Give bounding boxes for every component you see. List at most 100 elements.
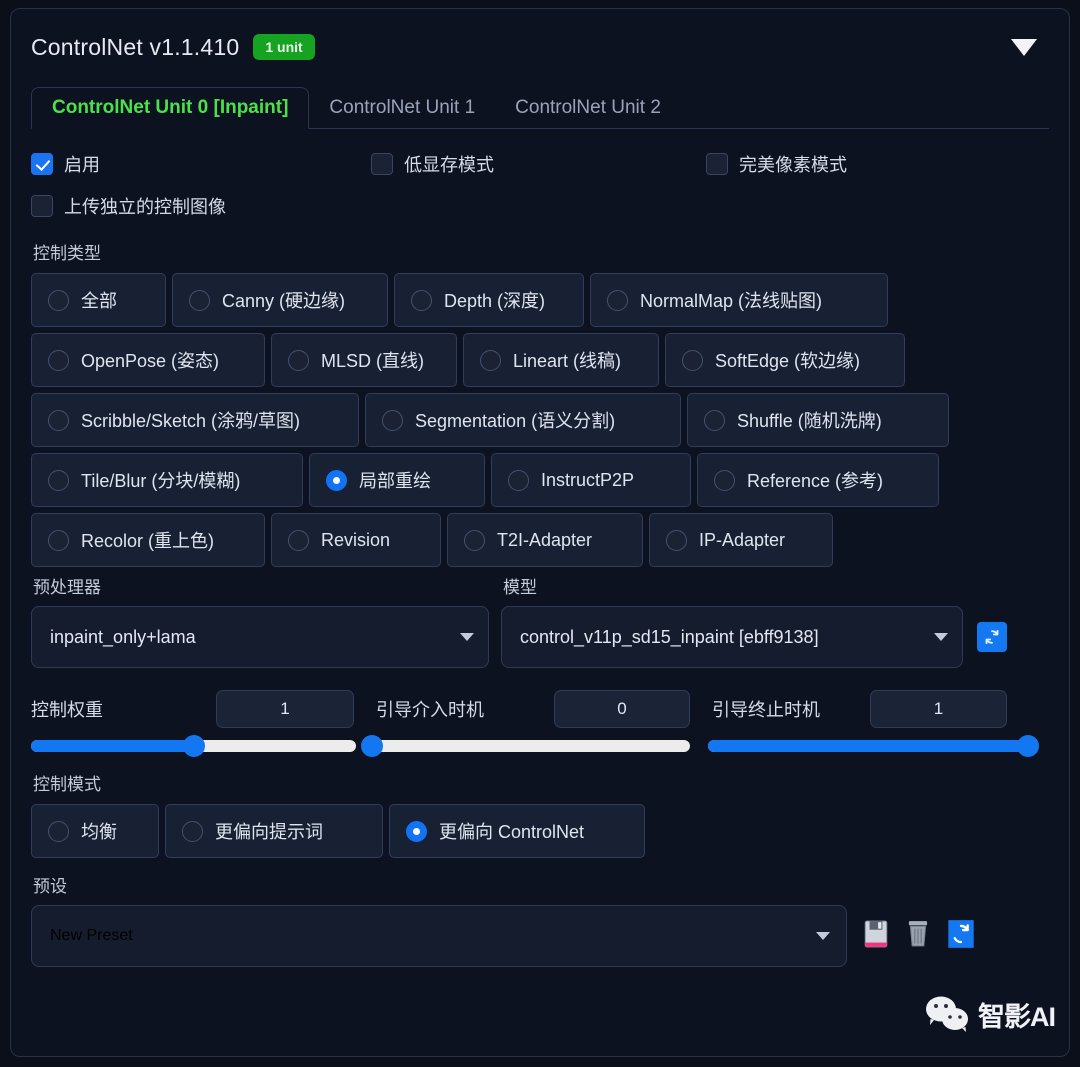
slider-weight-value[interactable]: 1 (216, 690, 354, 728)
radio-softedge-label: SoftEdge (软边缘) (715, 351, 861, 371)
tab-controlnet-unit-2[interactable]: ControlNet Unit 2 (495, 88, 681, 128)
radio-segmentation-label: Segmentation (语义分割) (415, 411, 616, 431)
watermark: 智影AI (922, 994, 1056, 1034)
radio-shuffle-dot (704, 409, 725, 431)
refresh-icon (985, 629, 999, 645)
app-root: ControlNet v1.1.410 1 unit ControlNet Un… (0, 0, 1080, 1067)
slider-end-fill (708, 740, 1028, 752)
radio-all-label: 全部 (81, 291, 117, 311)
radio-depth[interactable]: Depth (深度) (394, 273, 584, 327)
radio-tile-blur-label: Tile/Blur (分块/模糊) (81, 471, 241, 491)
radio-canny-label: Canny (硬边缘) (222, 291, 346, 311)
slider-start[interactable] (361, 735, 690, 757)
model-dropdown[interactable]: control_v11p_sd15_inpaint [ebff9138] (501, 606, 963, 668)
radio-openpose[interactable]: OpenPose (姿态) (31, 333, 265, 387)
tab-controlnet-unit-1[interactable]: ControlNet Unit 1 (309, 88, 495, 128)
radio-balanced-dot (48, 820, 69, 842)
slider-weight-thumb[interactable] (182, 735, 205, 757)
radio-normalmap[interactable]: NormalMap (法线贴图) (590, 273, 888, 327)
floppy-save-icon (864, 920, 888, 947)
tab-controlnet-unit-0[interactable]: ControlNet Unit 0 [Inpaint] (31, 87, 310, 129)
radio-balanced-label: 均衡 (81, 822, 117, 842)
radio-lineart-dot (480, 349, 501, 371)
radio-canny-dot (189, 289, 210, 311)
radio-tile-blur-dot (48, 469, 69, 491)
radio-inpaint[interactable]: 局部重绘 (309, 453, 485, 507)
radio-controlnet-priority[interactable]: 更偏向 ControlNet (389, 804, 645, 858)
checkbox-pixel-perfect[interactable]: 完美像素模式 (706, 151, 847, 177)
save-preset-button[interactable] (863, 919, 889, 954)
radio-prompt-priority-dot (182, 820, 203, 842)
radio-shuffle[interactable]: Shuffle (随机洗牌) (687, 393, 949, 447)
page-title: ControlNet v1.1.410 (31, 33, 240, 60)
radio-scribble-sketch-dot (48, 409, 69, 431)
radio-ip-adapter-label: IP-Adapter (699, 529, 786, 550)
radio-lineart-label: Lineart (线稿) (513, 351, 622, 371)
radio-tile-blur[interactable]: Tile/Blur (分块/模糊) (31, 453, 303, 507)
radio-inpaint-label: 局部重绘 (359, 471, 431, 491)
radio-revision-dot (288, 529, 309, 551)
refresh-icon (948, 919, 974, 948)
radio-lineart[interactable]: Lineart (线稿) (463, 333, 659, 387)
checkbox-enable[interactable]: 启用 (31, 151, 371, 177)
radio-scribble-sketch[interactable]: Scribble/Sketch (涂鸦/草图) (31, 393, 359, 447)
slider-weight-fill (31, 740, 194, 752)
radio-mlsd-label: MLSD (直线) (321, 351, 424, 371)
radio-mlsd[interactable]: MLSD (直线) (271, 333, 457, 387)
checkbox-low-vram-box (371, 153, 393, 175)
radio-prompt-priority[interactable]: 更偏向提示词 (165, 804, 383, 858)
checkbox-row-secondary: 上传独立的控制图像 (31, 193, 1049, 219)
checkbox-low-vram[interactable]: 低显存模式 (371, 151, 706, 177)
radio-reference-label: Reference (参考) (747, 471, 884, 491)
trash-icon (908, 920, 928, 946)
preset-dropdown[interactable]: New Preset (31, 905, 847, 967)
preprocessor-group: 预处理器 inpaint_only+lama (31, 573, 489, 668)
preprocessor-dropdown[interactable]: inpaint_only+lama (31, 606, 489, 668)
radio-all[interactable]: 全部 (31, 273, 166, 327)
chevron-down-icon[interactable] (1011, 38, 1037, 56)
control-mode-label: 控制模式 (33, 775, 101, 794)
radio-segmentation[interactable]: Segmentation (语义分割) (365, 393, 681, 447)
refresh-preset-button[interactable] (947, 919, 975, 954)
radio-all-dot (48, 289, 69, 311)
slider-weight[interactable] (31, 735, 356, 757)
slider-end-thumb[interactable] (1017, 735, 1039, 757)
preset-label: 预设 (33, 877, 67, 896)
radio-canny[interactable]: Canny (硬边缘) (172, 273, 388, 327)
unit-count-badge: 1 unit (253, 34, 315, 60)
slider-end-value[interactable]: 1 (870, 690, 1007, 728)
radio-instructp2p[interactable]: InstructP2P (491, 453, 691, 507)
radio-instructp2p-dot (508, 469, 529, 491)
checkbox-pixel-perfect-label: 完美像素模式 (739, 155, 847, 175)
refresh-model-button[interactable] (977, 622, 1007, 652)
slider-end[interactable] (708, 735, 1039, 757)
preset-value: New Preset (50, 927, 133, 944)
chevron-down-icon (816, 932, 830, 940)
checkbox-upload-independent[interactable]: 上传独立的控制图像 (31, 193, 226, 219)
control-type-row-4: Tile/Blur (分块/模糊) 局部重绘 InstructP2P Refer… (31, 453, 1049, 507)
checkbox-low-vram-label: 低显存模式 (404, 155, 494, 175)
radio-reference[interactable]: Reference (参考) (697, 453, 939, 507)
radio-recolor-label: Recolor (重上色) (81, 531, 215, 551)
controlnet-panel: ControlNet v1.1.410 1 unit ControlNet Un… (10, 8, 1070, 1057)
model-label: 模型 (503, 578, 537, 597)
radio-recolor[interactable]: Recolor (重上色) (31, 513, 265, 567)
radio-softedge-dot (682, 349, 703, 371)
radio-openpose-label: OpenPose (姿态) (81, 351, 220, 371)
radio-ip-adapter[interactable]: IP-Adapter (649, 513, 833, 567)
slider-end-label: 引导终止时机 (712, 700, 820, 720)
checkbox-enable-label: 启用 (64, 155, 100, 175)
radio-balanced[interactable]: 均衡 (31, 804, 159, 858)
radio-softedge[interactable]: SoftEdge (软边缘) (665, 333, 905, 387)
radio-controlnet-priority-label: 更偏向 ControlNet (439, 822, 585, 842)
control-type-label: 控制类型 (33, 244, 101, 263)
slider-start-thumb[interactable] (361, 735, 383, 757)
radio-reference-dot (714, 469, 735, 491)
preprocessor-model-row: 预处理器 inpaint_only+lama 模型 control_v11p_s… (31, 573, 1049, 668)
delete-preset-button[interactable] (905, 919, 931, 954)
radio-t2i-adapter[interactable]: T2I-Adapter (447, 513, 643, 567)
radio-revision[interactable]: Revision (271, 513, 441, 567)
slider-start-value[interactable]: 0 (554, 690, 690, 728)
radio-depth-dot (411, 289, 432, 311)
model-value: control_v11p_sd15_inpaint [ebff9138] (520, 626, 819, 647)
